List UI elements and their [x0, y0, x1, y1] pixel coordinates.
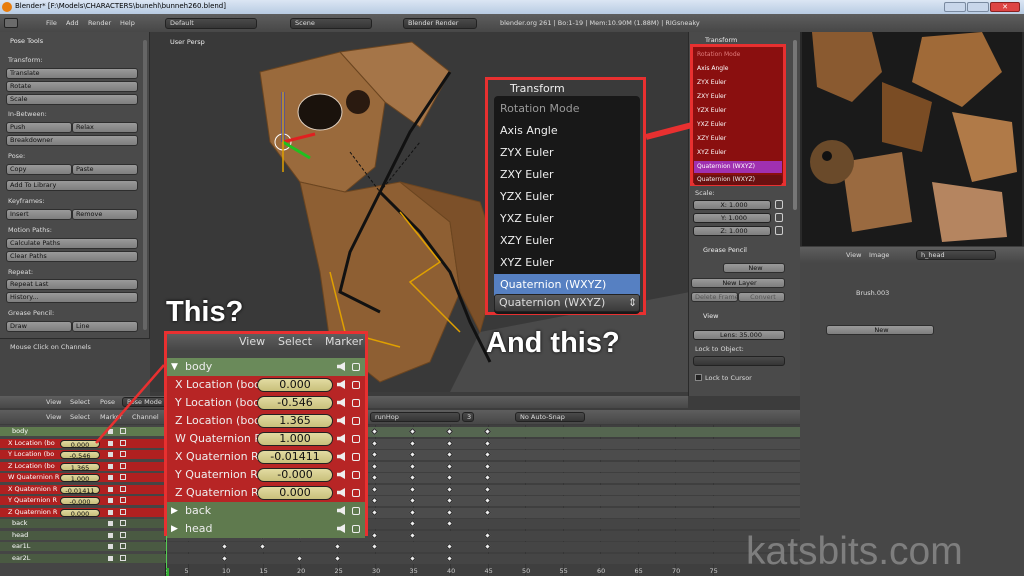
annotation-connectors: [95, 122, 693, 444]
watermark: katsbits.com: [746, 530, 963, 573]
blender-window: Blender* [F:\Models\CHARACTERS\bunehl\bu…: [0, 0, 1024, 576]
